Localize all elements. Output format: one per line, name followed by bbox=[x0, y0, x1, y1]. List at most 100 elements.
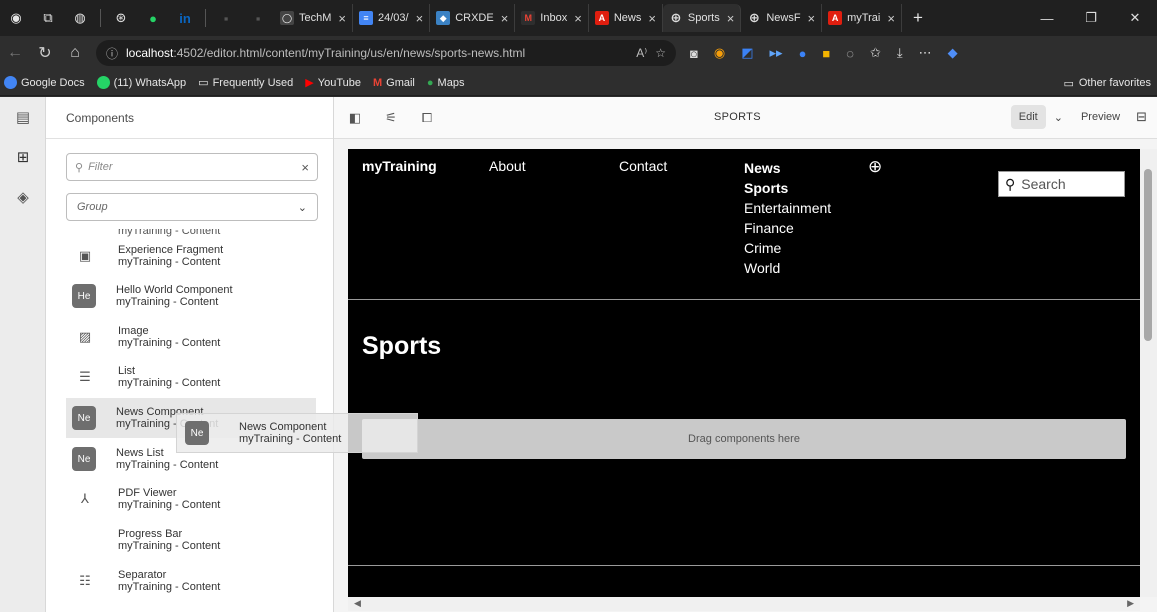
tab-sports[interactable]: ⊕ Sports × bbox=[662, 4, 742, 32]
tab-techm[interactable]: ◯ TechM × bbox=[274, 4, 353, 32]
url-path: :4502/editor.html/content/myTraining/us/… bbox=[173, 46, 526, 60]
bookmark-youtube[interactable]: ▶ YouTube bbox=[305, 76, 361, 90]
list-item[interactable]: ▨ Image myTraining - Content bbox=[66, 317, 316, 357]
github-icon: ◯ bbox=[280, 11, 294, 25]
extension-icon[interactable]: ▸▸ bbox=[770, 45, 783, 61]
nav-world[interactable]: World bbox=[744, 258, 831, 278]
list-item[interactable]: Progress Bar myTraining - Content bbox=[66, 520, 316, 560]
component-badge: Ne bbox=[72, 406, 96, 430]
pinned-tab-icon[interactable]: ▪ bbox=[246, 6, 270, 30]
list-icon: ☰ bbox=[79, 369, 91, 384]
nav-about[interactable]: About bbox=[489, 158, 526, 174]
pinned-tab-icon[interactable]: ◍ bbox=[68, 6, 92, 30]
filter-input[interactable]: ⚲ Filter × bbox=[66, 153, 318, 181]
nav-finance[interactable]: Finance bbox=[744, 218, 831, 238]
favorites-icon[interactable]: ✩ bbox=[870, 45, 881, 61]
list-item[interactable]: ⅄ PDF Viewer myTraining - Content bbox=[66, 479, 316, 519]
close-icon[interactable]: × bbox=[808, 11, 816, 26]
page-scrollbar[interactable] bbox=[1140, 149, 1157, 597]
extension-icon[interactable]: ■ bbox=[822, 46, 830, 61]
new-tab-icon[interactable]: + bbox=[906, 6, 930, 30]
tab-sheet[interactable]: ≡ 24/03/× bbox=[353, 4, 431, 32]
nav-sports[interactable]: Sports bbox=[744, 178, 831, 198]
drop-zone[interactable]: Drag components here bbox=[362, 419, 1126, 459]
clear-icon[interactable]: × bbox=[301, 160, 309, 175]
close-icon[interactable]: × bbox=[648, 11, 656, 26]
downloads-icon[interactable]: ⤓ bbox=[897, 45, 903, 61]
side-panel-icon[interactable]: ◧ bbox=[340, 110, 370, 126]
bookmark-frequently-used[interactable]: ▭ Frequently Used bbox=[198, 76, 293, 90]
folder-icon: ▭ bbox=[1063, 77, 1074, 90]
pinned-tab-icon[interactable]: ⊛ bbox=[109, 6, 133, 30]
tab-crxde[interactable]: ◆ CRXDE × bbox=[430, 4, 516, 32]
close-icon[interactable]: × bbox=[338, 11, 346, 26]
site-search-input[interactable]: ⚲ Search bbox=[998, 171, 1125, 197]
extension-icon[interactable]: ◉ bbox=[714, 45, 725, 61]
panel-title: Components bbox=[46, 97, 333, 139]
nav-entertainment[interactable]: Entertainment bbox=[744, 198, 831, 218]
favorite-star-icon[interactable]: ☆ bbox=[655, 46, 666, 60]
profile-icon[interactable]: ◉ bbox=[4, 6, 28, 30]
whatsapp-icon[interactable]: ● bbox=[141, 6, 165, 30]
bookmark-maps[interactable]: ● Maps bbox=[427, 77, 465, 89]
linkedin-icon[interactable]: in bbox=[173, 6, 197, 30]
nav-news[interactable]: News bbox=[744, 158, 831, 178]
home-icon[interactable]: ⌂ bbox=[60, 44, 90, 62]
list-item[interactable]: ☷ Separator myTraining - Content bbox=[66, 561, 316, 601]
page-hscrollbar[interactable]: ◀ ▶ bbox=[348, 597, 1140, 611]
page-properties-icon[interactable]: ⚟ bbox=[376, 110, 406, 126]
list-item[interactable]: ☰ List myTraining - Content bbox=[66, 357, 316, 397]
bookmark-gmail[interactable]: M Gmail bbox=[373, 77, 415, 89]
more-icon[interactable]: ⋯ bbox=[919, 45, 932, 61]
nav-contact[interactable]: Contact bbox=[619, 158, 667, 174]
pinned-tab-icon[interactable]: ▪ bbox=[214, 6, 238, 30]
tab-mytraining[interactable]: AmyTrai × bbox=[822, 4, 902, 32]
emulator-icon[interactable]: ⧠ bbox=[412, 110, 442, 126]
bookmark-other-favorites[interactable]: ▭ Other favorites bbox=[1063, 70, 1151, 96]
tab-news[interactable]: A News × bbox=[589, 4, 663, 32]
list-item[interactable]: He Hello World Component myTraining - Con… bbox=[66, 276, 316, 316]
group-select[interactable]: Group ⌄ bbox=[66, 193, 318, 221]
url-field[interactable]: ⓘ localhost:4502/editor.html/content/myT… bbox=[96, 40, 676, 66]
toggle-side-panel-icon[interactable]: ▤ bbox=[0, 97, 46, 137]
layers-icon[interactable]: ◈ bbox=[0, 177, 46, 217]
list-item[interactable]: ▣ Experience Fragment myTraining - Conten… bbox=[66, 236, 316, 276]
extensions-icon[interactable]: ◌ bbox=[846, 46, 854, 61]
close-icon[interactable]: × bbox=[887, 11, 895, 26]
reload-icon[interactable]: ↻ bbox=[30, 43, 60, 63]
copilot-icon[interactable]: ◆ bbox=[948, 45, 958, 61]
tab-newsf[interactable]: ⊕ NewsF × bbox=[741, 4, 823, 32]
url-host: localhost bbox=[126, 46, 174, 60]
minimize-icon[interactable]: — bbox=[1025, 11, 1069, 26]
restore-icon[interactable]: ❐ bbox=[1069, 10, 1113, 26]
close-icon[interactable]: × bbox=[574, 11, 582, 26]
chevron-down-icon[interactable]: ⌄ bbox=[1054, 111, 1063, 124]
preview-button[interactable]: Preview bbox=[1081, 111, 1120, 123]
nav-crime[interactable]: Crime bbox=[744, 238, 831, 258]
folder-icon: ▭ bbox=[198, 77, 209, 89]
close-icon[interactable]: × bbox=[501, 11, 509, 26]
edit-mode-button[interactable]: Edit bbox=[1010, 105, 1046, 129]
tab-inbox[interactable]: M Inbox × bbox=[515, 4, 589, 32]
bookmark-whatsapp[interactable]: (11) WhatsApp bbox=[96, 76, 186, 89]
scroll-right-icon[interactable]: ▶ bbox=[1127, 598, 1134, 609]
component-badge: He bbox=[72, 284, 96, 308]
language-globe-icon[interactable]: ⊕ bbox=[868, 157, 882, 177]
camera-extension-icon[interactable]: ◙ bbox=[690, 46, 698, 61]
info-icon[interactable]: ⓘ bbox=[106, 45, 118, 62]
drag-ghost: Ne News Component myTraining - Content bbox=[176, 413, 418, 453]
read-aloud-icon[interactable]: A⁾ bbox=[636, 46, 647, 60]
close-icon[interactable]: × bbox=[727, 11, 735, 26]
components-icon[interactable]: ⊞ bbox=[0, 137, 46, 177]
annotations-icon[interactable]: ⊟ bbox=[1136, 109, 1147, 125]
site-logo[interactable]: myTraining bbox=[362, 158, 437, 174]
close-icon[interactable]: × bbox=[416, 11, 424, 26]
extension-icon[interactable]: ◩ bbox=[741, 45, 753, 61]
close-window-icon[interactable]: ✕ bbox=[1113, 10, 1157, 26]
bookmark-google-docs[interactable]: Google Docs bbox=[4, 76, 85, 89]
scroll-left-icon[interactable]: ◀ bbox=[354, 598, 361, 609]
workspaces-icon[interactable]: ⧉ bbox=[36, 6, 60, 30]
page-name: SPORTS bbox=[714, 111, 761, 123]
back-icon[interactable]: ← bbox=[0, 44, 30, 62]
extension-icon[interactable]: ● bbox=[799, 46, 807, 61]
